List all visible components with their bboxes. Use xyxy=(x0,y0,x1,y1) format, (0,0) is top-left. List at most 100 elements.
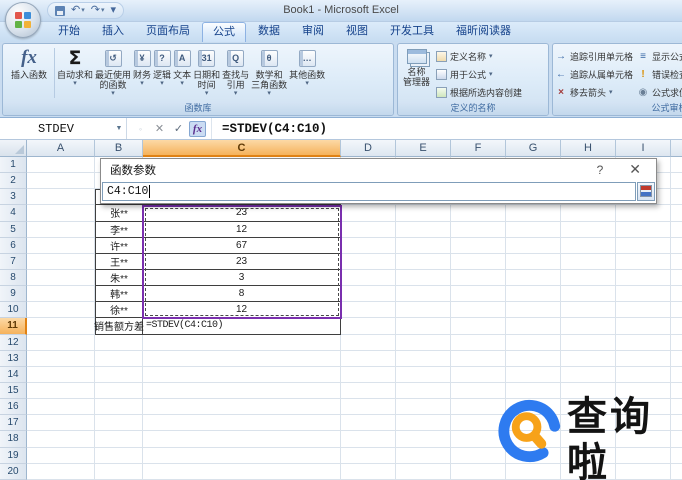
cell-F12[interactable] xyxy=(451,334,506,351)
trace-precedents-button[interactable]: → 追踪引用单元格 xyxy=(555,48,633,65)
row-header-7[interactable]: 7 xyxy=(0,253,27,270)
show-formulas-button[interactable]: ≡ 显示公式 xyxy=(637,48,682,65)
cell-F8[interactable] xyxy=(451,269,506,287)
tab-数据[interactable]: 数据 xyxy=(248,22,290,42)
cell-D6[interactable] xyxy=(341,237,396,254)
cell-A2[interactable] xyxy=(27,173,95,190)
insert-function-fx-button[interactable]: fx xyxy=(189,120,206,137)
logical-button[interactable]: ? 逻辑 ▾ xyxy=(152,45,172,101)
cell-H9[interactable] xyxy=(561,286,616,303)
cell-D8[interactable] xyxy=(341,269,396,287)
cell-H5[interactable] xyxy=(561,221,616,238)
cell-A10[interactable] xyxy=(27,302,95,319)
date-time-button[interactable]: 31 日期和 时间 ▾ xyxy=(192,45,221,101)
cell-E6[interactable] xyxy=(396,237,451,254)
cell-I11[interactable] xyxy=(616,318,671,335)
cell-D12[interactable] xyxy=(341,334,396,351)
name-box[interactable]: STDEV xyxy=(0,118,112,139)
cell-E5[interactable] xyxy=(396,221,451,238)
name-manager-button[interactable]: 名称 管理器 xyxy=(400,45,433,101)
tab-插入[interactable]: 插入 xyxy=(92,22,134,42)
cell-B6[interactable]: 许** xyxy=(95,237,143,254)
row-header-11[interactable]: 11 xyxy=(0,318,27,335)
cell-H13[interactable] xyxy=(561,350,616,367)
cell-A3[interactable] xyxy=(27,189,95,206)
cell-I7[interactable] xyxy=(616,253,671,270)
trace-dependents-button[interactable]: ← 追踪从属单元格 xyxy=(555,66,633,83)
cell-A8[interactable] xyxy=(27,269,95,287)
cell-B19[interactable] xyxy=(95,447,143,464)
cell-E20[interactable] xyxy=(396,463,451,480)
row-header-16[interactable]: 16 xyxy=(0,399,27,416)
cell-C8[interactable]: 3 xyxy=(143,269,341,287)
formula-bar-value[interactable]: =STDEV(C4:C10) xyxy=(212,118,682,139)
cell-C10[interactable]: 12 xyxy=(143,302,341,319)
cell-C9[interactable]: 8 xyxy=(143,286,341,303)
select-all-corner[interactable] xyxy=(0,140,27,157)
cell-D19[interactable] xyxy=(341,447,396,464)
cell-H14[interactable] xyxy=(561,366,616,383)
column-header-B[interactable]: B xyxy=(95,140,143,157)
row-header-20[interactable]: 20 xyxy=(0,463,27,480)
tab-福昕阅读器[interactable]: 福昕阅读器 xyxy=(446,22,521,42)
cell-D15[interactable] xyxy=(341,382,396,400)
cell-G4[interactable] xyxy=(506,205,561,222)
cell-G7[interactable] xyxy=(506,253,561,270)
cell-E11[interactable] xyxy=(396,318,451,335)
cell-A20[interactable] xyxy=(27,463,95,480)
cell-C15[interactable] xyxy=(143,382,341,400)
cell-F6[interactable] xyxy=(451,237,506,254)
row-header-5[interactable]: 5 xyxy=(0,221,27,238)
cell-C5[interactable]: 12 xyxy=(143,221,341,238)
row-header-4[interactable]: 4 xyxy=(0,205,27,222)
cell-D20[interactable] xyxy=(341,463,396,480)
cell-E9[interactable] xyxy=(396,286,451,303)
cell-E18[interactable] xyxy=(396,431,451,448)
row-header-2[interactable]: 2 xyxy=(0,173,27,190)
cell-H10[interactable] xyxy=(561,302,616,319)
cell-C11[interactable]: =STDEV(C4:C10) xyxy=(143,318,341,335)
cell-B12[interactable] xyxy=(95,334,143,351)
cell-D7[interactable] xyxy=(341,253,396,270)
cell-C20[interactable] xyxy=(143,463,341,480)
tab-开始[interactable]: 开始 xyxy=(48,22,90,42)
cell-E12[interactable] xyxy=(396,334,451,351)
cell-E13[interactable] xyxy=(396,350,451,367)
cell-A11[interactable] xyxy=(27,318,95,335)
row-header-1[interactable]: 1 xyxy=(0,157,27,174)
dialog-help-button[interactable]: ? xyxy=(597,163,604,177)
cell-A5[interactable] xyxy=(27,221,95,238)
cell-G12[interactable] xyxy=(506,334,561,351)
row-header-9[interactable]: 9 xyxy=(0,286,27,303)
tab-开发工具[interactable]: 开发工具 xyxy=(380,22,444,42)
range-input[interactable]: C4:C10 xyxy=(102,181,636,201)
autosum-button[interactable]: Σ 自动求和 ▾ xyxy=(56,45,94,101)
remove-arrows-button[interactable]: × 移去箭头 ▾ xyxy=(555,84,633,101)
lookup-reference-button[interactable]: Q 查找与 引用 ▾ xyxy=(221,45,250,101)
cell-F9[interactable] xyxy=(451,286,506,303)
cell-B7[interactable]: 王** xyxy=(95,253,143,270)
office-button[interactable] xyxy=(5,2,41,38)
cell-G10[interactable] xyxy=(506,302,561,319)
create-from-selection-button[interactable]: 根据所选内容创建 xyxy=(436,84,522,101)
cell-E16[interactable] xyxy=(396,399,451,416)
row-header-15[interactable]: 15 xyxy=(0,382,27,400)
cell-H12[interactable] xyxy=(561,334,616,351)
cell-D14[interactable] xyxy=(341,366,396,383)
define-name-button[interactable]: 定义名称 ▾ xyxy=(436,48,522,65)
cell-C7[interactable]: 23 xyxy=(143,253,341,270)
cell-C4[interactable]: 23 xyxy=(143,205,341,222)
cell-I10[interactable] xyxy=(616,302,671,319)
cancel-button[interactable]: ✕ xyxy=(151,121,168,137)
cell-A12[interactable] xyxy=(27,334,95,351)
cell-A13[interactable] xyxy=(27,350,95,367)
cell-B11[interactable]: 销售额方差 xyxy=(94,318,144,335)
row-header-13[interactable]: 13 xyxy=(0,350,27,367)
cell-H4[interactable] xyxy=(561,205,616,222)
error-checking-button[interactable]: ! 错误检查 xyxy=(637,66,682,83)
cell-I8[interactable] xyxy=(616,269,671,287)
cell-B4[interactable]: 张** xyxy=(95,205,143,222)
cell-B5[interactable]: 李** xyxy=(95,221,143,238)
cell-A18[interactable] xyxy=(27,431,95,448)
cell-F7[interactable] xyxy=(451,253,506,270)
